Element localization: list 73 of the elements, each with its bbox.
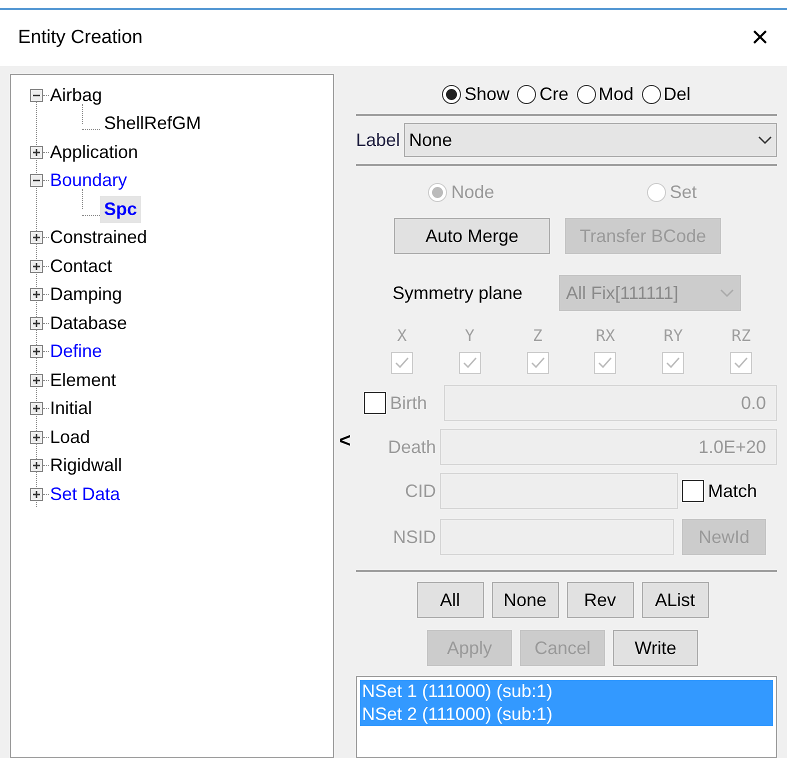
tree-item[interactable]: Constrained xyxy=(49,224,148,252)
tree-item[interactable]: Contact xyxy=(49,252,114,280)
radio-label: Show xyxy=(464,82,510,106)
expand-icon[interactable] xyxy=(30,146,43,159)
expand-icon[interactable] xyxy=(30,430,43,444)
chevron-icon xyxy=(758,136,772,144)
window-title: Entity Creation xyxy=(18,26,143,50)
expand-icon[interactable] xyxy=(30,459,43,472)
radio-button[interactable] xyxy=(576,84,596,104)
button[interactable]: All xyxy=(416,582,484,618)
tree-item[interactable]: Boundary xyxy=(49,167,128,194)
label-dropdown[interactable]: None xyxy=(404,123,777,157)
expand-icon[interactable] xyxy=(30,345,43,358)
field-label: NSID xyxy=(392,526,436,548)
tree-item[interactable]: ShellRefGM xyxy=(100,110,206,138)
nsid-field[interactable] xyxy=(440,519,674,555)
tree-item[interactable]: Application xyxy=(49,138,140,166)
radio-label: Node xyxy=(451,180,494,204)
tree-item[interactable]: Rigidwall xyxy=(49,452,124,480)
button[interactable]: AList xyxy=(642,582,708,618)
radio-label: Cre xyxy=(539,82,568,106)
expand-icon[interactable] xyxy=(30,316,43,330)
expand-icon[interactable] xyxy=(30,231,43,244)
radio-label: Del xyxy=(664,82,691,106)
radio-button[interactable] xyxy=(442,84,462,104)
button[interactable]: Auto Merge xyxy=(394,218,550,254)
expand-icon[interactable] xyxy=(30,488,43,501)
radio-label: Mod xyxy=(598,82,634,106)
tree-item[interactable]: Set Data xyxy=(49,480,122,508)
field-label: Birth xyxy=(390,392,428,414)
checkbox-label: Match xyxy=(708,480,758,502)
field-label: Death xyxy=(386,436,436,458)
expand-icon[interactable] xyxy=(30,288,43,302)
radio-label: Set xyxy=(670,180,697,204)
cid-field[interactable] xyxy=(440,473,678,509)
button[interactable]: None xyxy=(492,582,558,618)
check-icon xyxy=(597,356,614,370)
field-label: Label xyxy=(356,128,400,152)
checkbox[interactable] xyxy=(364,392,386,414)
tree-item[interactable]: Load xyxy=(49,424,92,451)
button[interactable]: Write xyxy=(613,630,698,666)
check-icon xyxy=(462,356,478,370)
tree-item[interactable]: Airbag xyxy=(49,82,104,109)
expand-icon[interactable] xyxy=(30,402,43,416)
tree-item[interactable]: Damping xyxy=(49,281,124,308)
check-icon xyxy=(394,356,410,370)
expand-icon[interactable] xyxy=(30,260,43,273)
close-button[interactable]: × xyxy=(745,23,775,53)
axis-label: Y xyxy=(464,325,475,347)
axis-label: RZ xyxy=(731,325,751,347)
axis-label: RX xyxy=(596,325,616,347)
check-icon xyxy=(733,356,750,370)
collapse-handle[interactable]: < xyxy=(339,426,351,456)
axis-label: X xyxy=(397,325,407,347)
check-icon xyxy=(530,356,546,370)
axis-label: RY xyxy=(664,325,683,347)
axis-label: Z xyxy=(532,325,542,347)
collapse-icon[interactable] xyxy=(30,174,43,188)
tree-item[interactable]: Database xyxy=(49,310,128,337)
chevron-icon xyxy=(720,288,734,298)
expand-icon[interactable] xyxy=(30,374,43,387)
radio-button[interactable] xyxy=(517,84,536,104)
tree-item[interactable]: Initial xyxy=(49,395,94,422)
checkbox[interactable] xyxy=(682,480,704,502)
collapse-icon[interactable] xyxy=(30,88,43,102)
tree-item[interactable]: Spc xyxy=(100,196,142,223)
tree-item[interactable]: Element xyxy=(49,366,118,394)
tree-item[interactable]: Define xyxy=(49,338,104,366)
radio-button[interactable] xyxy=(642,84,661,104)
check-icon xyxy=(665,356,682,370)
field-label: CID xyxy=(404,480,436,502)
button[interactable]: Rev xyxy=(566,582,634,618)
field-label: Symmetry plane xyxy=(391,282,524,305)
